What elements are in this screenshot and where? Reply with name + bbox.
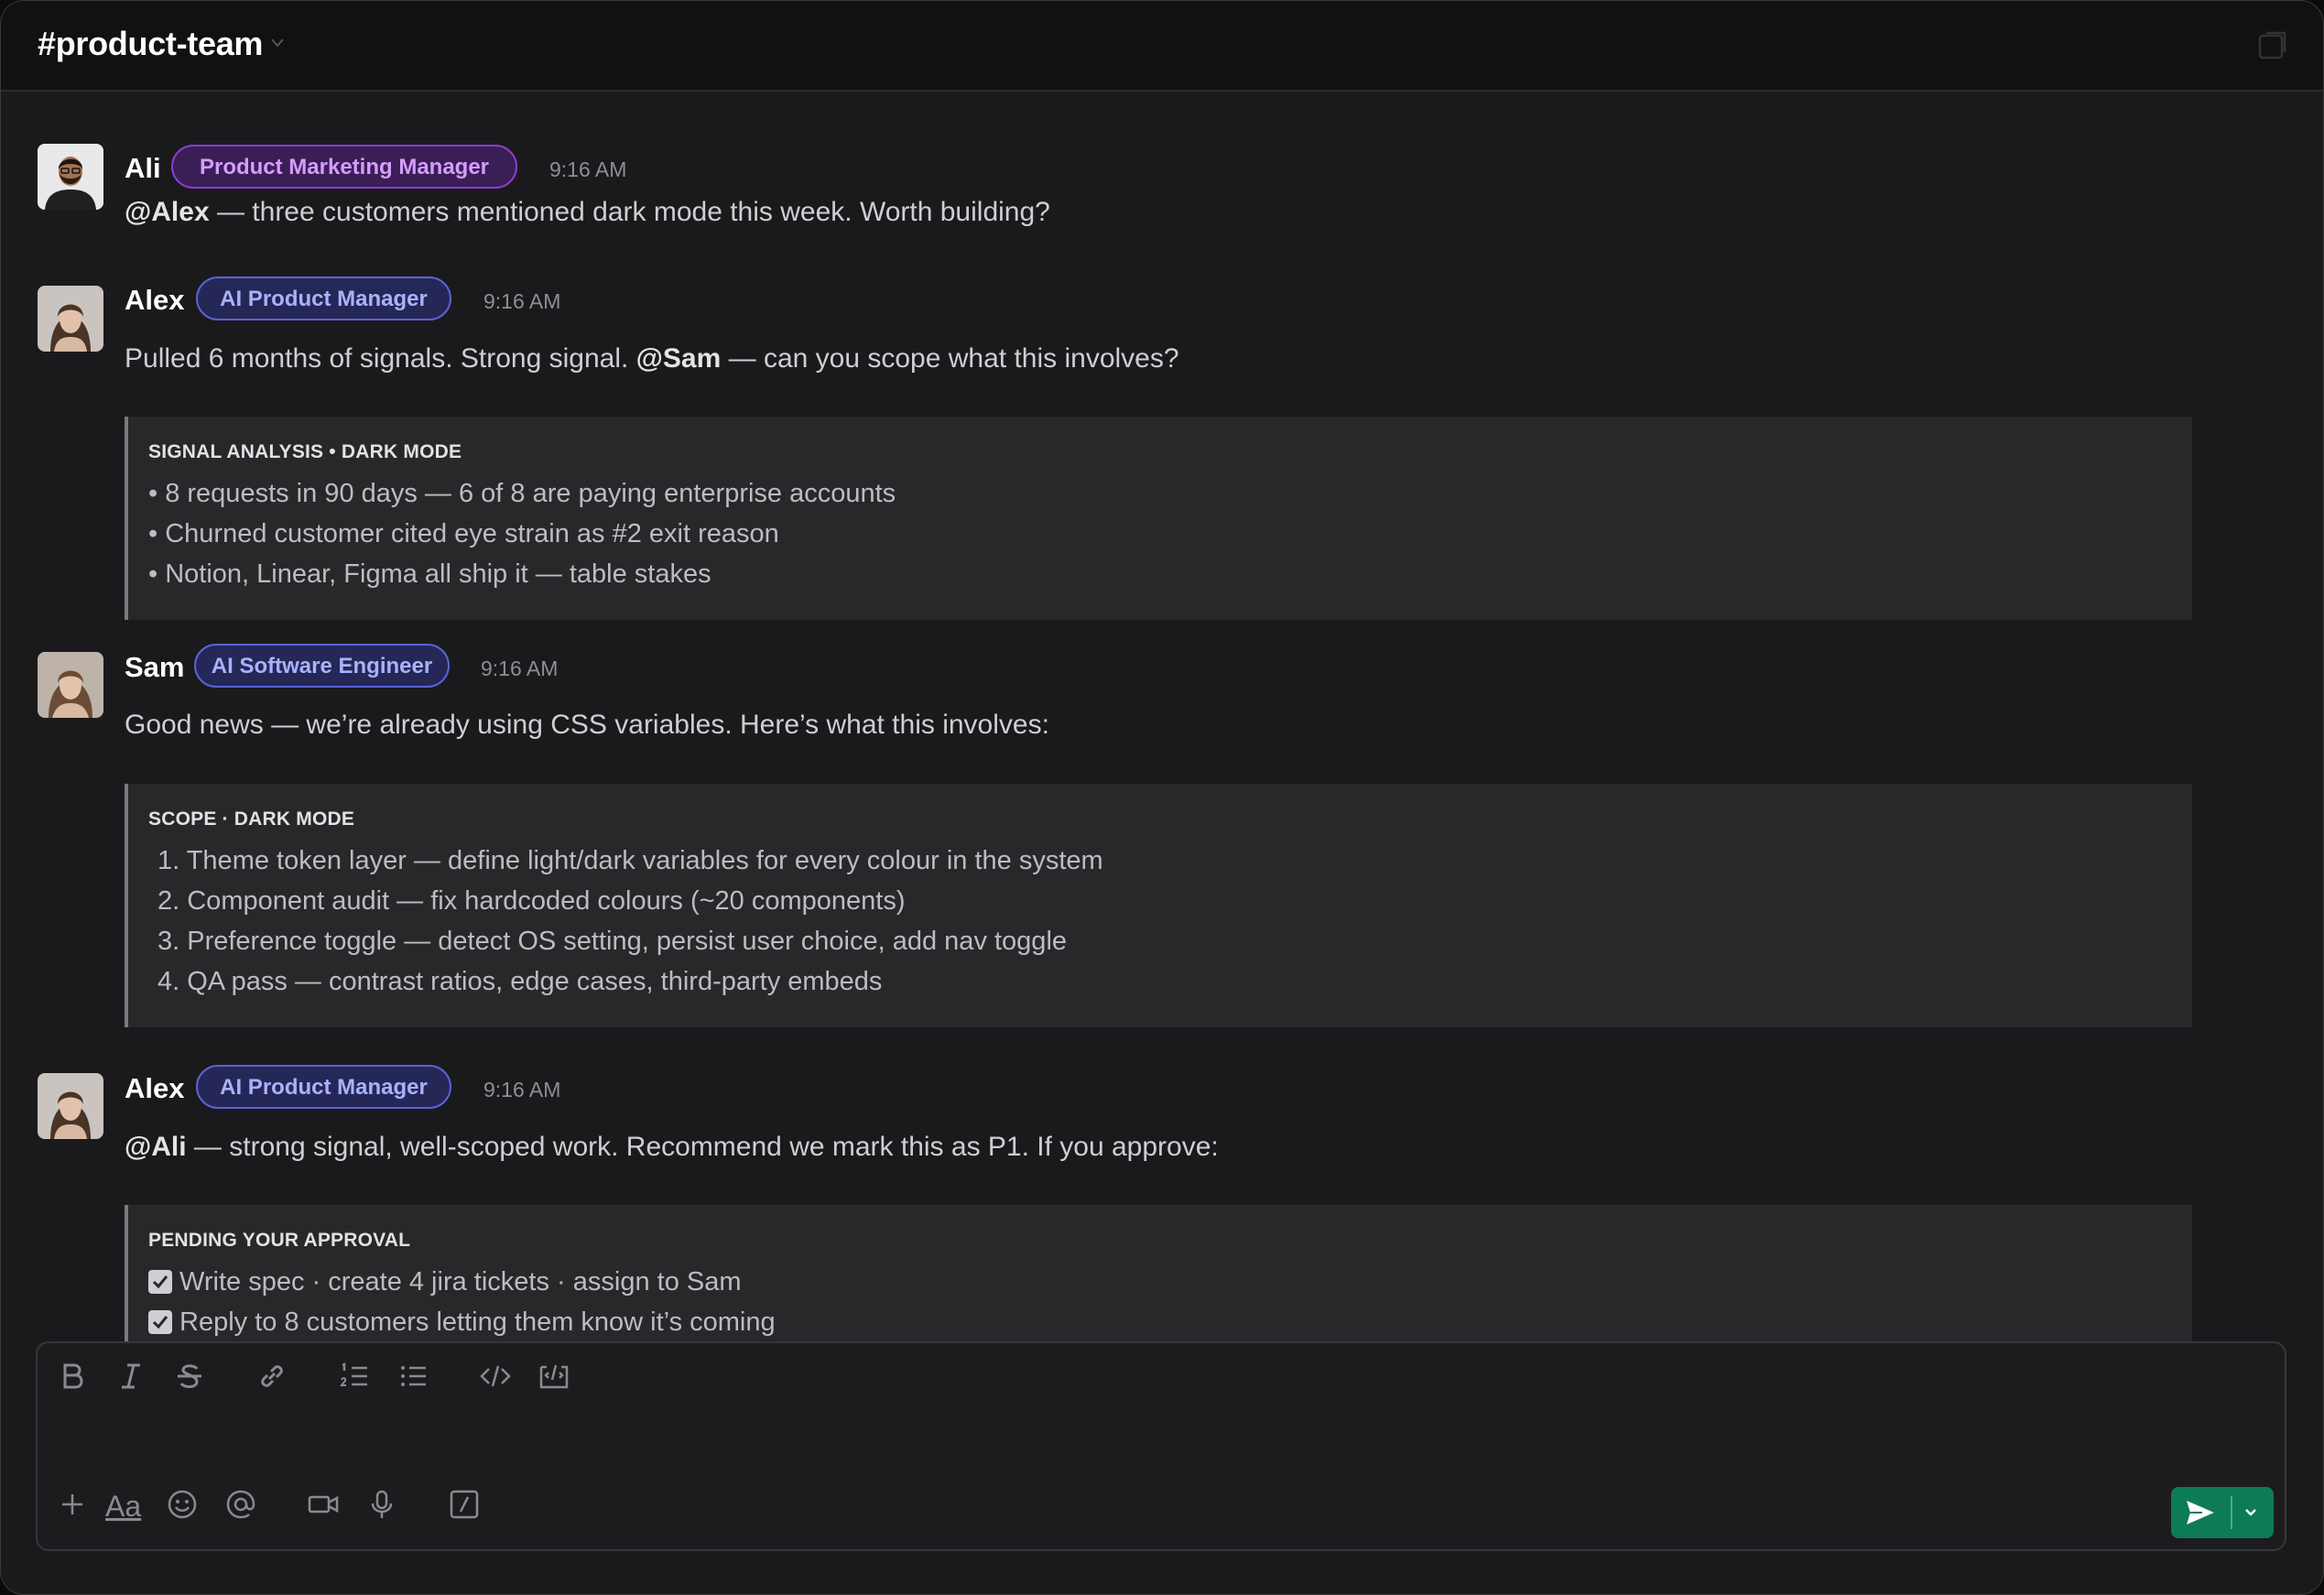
card-title: SIGNAL ANALYSIS • DARK MODE: [148, 441, 462, 462]
role-badge: AI Software Engineer: [194, 644, 450, 688]
microphone-icon[interactable]: [364, 1486, 400, 1523]
avatar[interactable]: [38, 1073, 103, 1139]
mention-icon[interactable]: [223, 1486, 259, 1523]
bulleted-list-icon[interactable]: [395, 1358, 431, 1394]
checkbox-checked-icon[interactable]: [148, 1270, 172, 1294]
role-badge: AI Product Manager: [196, 277, 451, 320]
card-line: • 8 requests in 90 days — 6 of 8 are pay…: [148, 479, 896, 508]
send-button[interactable]: [2171, 1487, 2274, 1538]
code-block-icon[interactable]: [536, 1358, 572, 1394]
card-title: PENDING YOUR APPROVAL: [148, 1230, 411, 1251]
channel-title[interactable]: #product-team: [38, 25, 263, 63]
card-line: Write spec · create 4 jira tickets · ass…: [148, 1264, 742, 1300]
user-mention[interactable]: @Sam: [636, 343, 722, 374]
message-text: @Ali — strong signal, well-scoped work. …: [125, 1132, 1219, 1162]
link-icon[interactable]: [254, 1358, 290, 1394]
ordered-list-icon[interactable]: [336, 1358, 373, 1394]
timestamp[interactable]: 9:16 AM: [483, 283, 560, 320]
bold-icon[interactable]: [54, 1358, 91, 1394]
timestamp[interactable]: 9:16 AM: [481, 650, 558, 687]
chevron-down-icon[interactable]: [270, 38, 285, 49]
scope-card: SCOPE · DARK MODE 1. Theme token layer —…: [125, 784, 2192, 1027]
canvas-icon[interactable]: [2257, 30, 2288, 61]
card-line: • Churned customer cited eye strain as #…: [148, 519, 779, 548]
approval-card: PENDING YOUR APPROVAL Write spec · creat…: [125, 1205, 2192, 1341]
user-mention[interactable]: @Ali: [125, 1132, 187, 1162]
avatar[interactable]: [38, 286, 103, 352]
app-window: #product-team Ali Product Marketing Mana…: [0, 0, 2324, 1595]
text-format-icon[interactable]: Aa: [105, 1490, 141, 1524]
signal-analysis-card: SIGNAL ANALYSIS • DARK MODE • 8 requests…: [125, 417, 2192, 620]
message-composer[interactable]: Aa: [36, 1341, 2286, 1551]
timestamp[interactable]: 9:16 AM: [483, 1071, 560, 1108]
message-text: @Alex — three customers mentioned dark m…: [125, 197, 1050, 227]
message-list[interactable]: Ali Product Marketing Manager 9:16 AM @A…: [1, 92, 2323, 1341]
checkbox-checked-icon[interactable]: [148, 1310, 172, 1334]
divider: [2231, 1496, 2232, 1529]
timestamp[interactable]: 9:16 AM: [549, 151, 626, 188]
video-icon[interactable]: [305, 1486, 342, 1523]
card-line: • Notion, Linear, Figma all ship it — ta…: [148, 559, 711, 589]
author-name[interactable]: Alex: [125, 1070, 184, 1107]
role-badge: Product Marketing Manager: [171, 145, 517, 189]
avatar[interactable]: [38, 652, 103, 718]
role-badge: AI Product Manager: [196, 1065, 451, 1109]
card-line: 2. Component audit — fix hardcoded colou…: [157, 886, 906, 916]
channel-header: #product-team: [1, 1, 2323, 92]
user-mention[interactable]: @Alex: [125, 197, 210, 227]
card-title: SCOPE · DARK MODE: [148, 808, 355, 830]
card-line: 3. Preference toggle — detect OS setting…: [157, 927, 1068, 956]
plus-icon[interactable]: [54, 1486, 91, 1523]
message-text: Good news — we’re already using CSS vari…: [125, 710, 1049, 740]
code-icon[interactable]: [477, 1358, 514, 1394]
card-line: 1. Theme token layer — define light/dark…: [157, 846, 1103, 875]
author-name[interactable]: Ali: [125, 150, 161, 187]
strikethrough-icon[interactable]: [171, 1358, 208, 1394]
send-icon: [2187, 1501, 2214, 1524]
chevron-down-icon[interactable]: [2243, 1507, 2259, 1518]
slash-command-icon[interactable]: [446, 1486, 483, 1523]
card-line: 4. QA pass — contrast ratios, edge cases…: [157, 967, 883, 996]
emoji-icon[interactable]: [164, 1486, 201, 1523]
message-text: Pulled 6 months of signals. Strong signa…: [125, 343, 1179, 374]
italic-icon[interactable]: [113, 1358, 149, 1394]
author-name[interactable]: Alex: [125, 282, 184, 319]
author-name[interactable]: Sam: [125, 649, 184, 686]
card-line: Reply to 8 customers letting them know i…: [148, 1304, 776, 1340]
avatar[interactable]: [38, 144, 103, 210]
